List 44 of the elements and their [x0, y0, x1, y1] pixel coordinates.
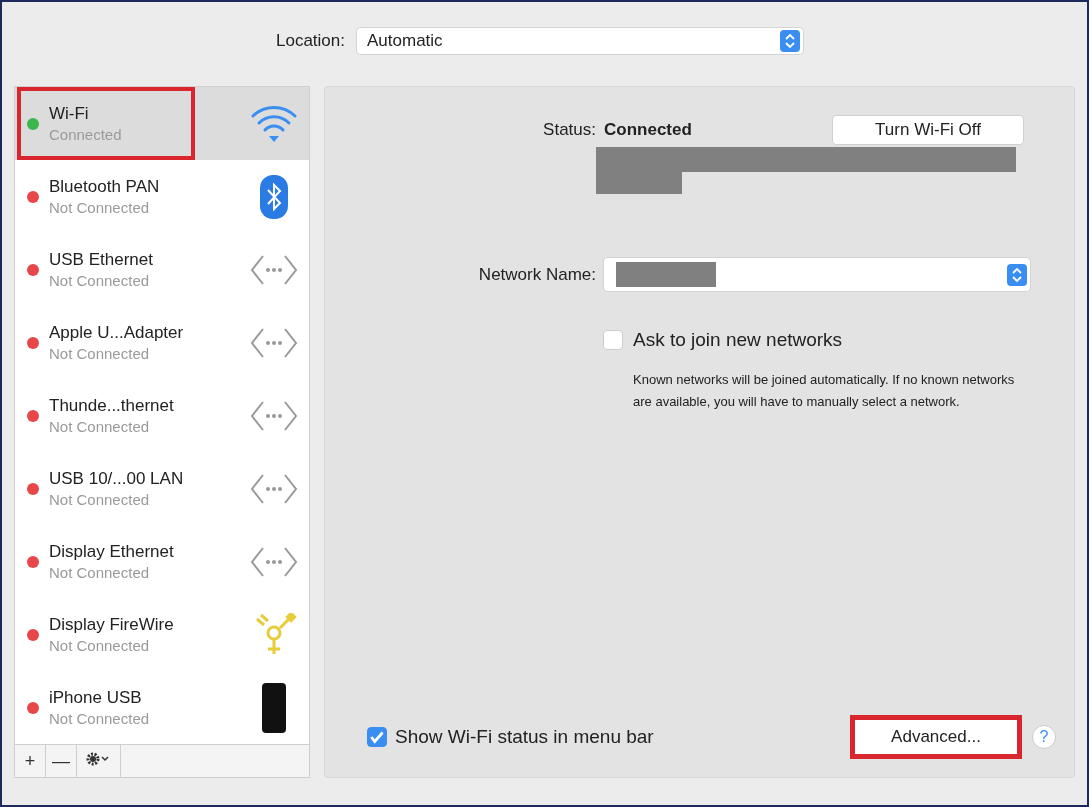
service-status: Not Connected	[49, 272, 151, 289]
phone-icon	[262, 682, 286, 733]
service-name: Display FireWire	[49, 615, 175, 635]
service-name: Apple U...Adapter	[49, 323, 185, 343]
status-value: Connected	[604, 120, 692, 140]
location-popup[interactable]: Automatic	[357, 28, 803, 54]
service-name: Thunde...thernet	[49, 396, 175, 416]
service-status: Not Connected	[49, 418, 151, 435]
network-name-label: Network Name:	[477, 264, 596, 285]
checkbox-label: Show Wi-Fi status in menu bar	[395, 726, 654, 748]
service-status: Connected	[49, 126, 123, 143]
service-status: Not Connected	[49, 345, 151, 362]
stepper-icon	[1007, 263, 1027, 286]
stepper-icon	[780, 30, 800, 52]
status-label: Status:	[542, 120, 596, 140]
service-status: Not Connected	[49, 637, 151, 654]
service-item[interactable]: Display FireWire Not Connected	[15, 598, 309, 671]
service-status: Not Connected	[49, 491, 151, 508]
service-status: Not Connected	[49, 710, 151, 727]
network-name-popup[interactable]	[604, 258, 1030, 291]
turn-off-button[interactable]: Turn Wi-Fi Off	[832, 115, 1024, 145]
checkbox[interactable]	[603, 330, 623, 350]
service-status: Not Connected	[49, 564, 151, 581]
service-name: Display Ethernet	[49, 542, 175, 562]
advanced-button[interactable]: Advanced...	[855, 720, 1017, 754]
location-label: Location:	[276, 31, 345, 51]
service-status: Not Connected	[49, 199, 151, 216]
service-item[interactable]: USB 10/...00 LAN Not Connected	[15, 452, 309, 525]
checkbox[interactable]	[367, 727, 387, 747]
service-name: USB 10/...00 LAN	[49, 469, 185, 489]
checkbox-label: Ask to join new networks	[633, 329, 843, 351]
service-item[interactable]: USB Ethernet Not Connected	[15, 233, 309, 306]
service-name: USB Ethernet	[49, 250, 154, 270]
service-name: Bluetooth PAN	[49, 177, 161, 197]
service-item[interactable]: Wi-Fi Connected	[15, 87, 309, 160]
help-text: Known networks will be joined automatically. If no known networks are available, you will have to manually select a network.	[633, 371, 1016, 411]
bluetooth-icon	[260, 174, 288, 219]
service-item[interactable]: Thunde...thernet Not Connected	[15, 379, 309, 452]
service-item[interactable]: Apple U...Adapter Not Connected	[15, 306, 309, 379]
service-name: Wi-Fi	[49, 104, 90, 124]
service-item[interactable]: Display Ethernet Not Connected	[15, 525, 309, 598]
service-item[interactable]: iPhone USB Not Connected	[15, 671, 309, 744]
service-name: iPhone USB	[49, 688, 143, 708]
service-item[interactable]: Bluetooth PAN Not Connected	[15, 160, 309, 233]
